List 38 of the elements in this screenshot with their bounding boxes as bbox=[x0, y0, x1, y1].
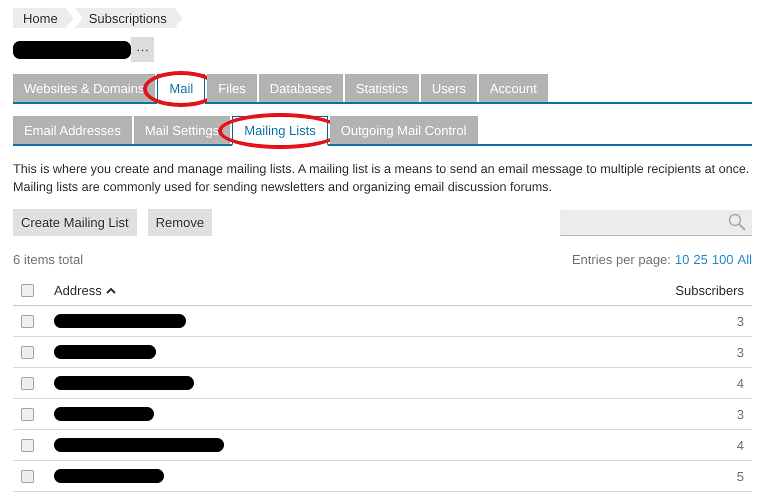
table-cell: 3 bbox=[736, 344, 744, 360]
toolbar-button[interactable]: Remove bbox=[148, 209, 212, 236]
checkbox[interactable] bbox=[21, 314, 34, 328]
checkbox[interactable] bbox=[21, 470, 34, 482]
table-cell: 3 bbox=[736, 406, 744, 422]
entries-per-page-label: Entries per page: bbox=[572, 252, 671, 267]
tab[interactable]: Users bbox=[420, 74, 477, 104]
tab[interactable]: Email Addresses bbox=[13, 116, 132, 146]
checkbox[interactable] bbox=[21, 284, 34, 296]
table-cell: 4 bbox=[736, 376, 744, 390]
page-size-link[interactable]: 25 bbox=[693, 252, 708, 267]
search-field[interactable] bbox=[560, 210, 752, 236]
checkbox[interactable] bbox=[21, 438, 34, 452]
column-header[interactable]: Address bbox=[54, 282, 102, 298]
search-icon bbox=[728, 213, 746, 231]
table-cell: 5 bbox=[736, 468, 744, 484]
column-header[interactable]: Subscribers bbox=[675, 282, 744, 298]
tab[interactable]: Mail Settings bbox=[134, 116, 230, 146]
breadcrumb-link[interactable]: Home bbox=[13, 8, 74, 28]
checkbox[interactable] bbox=[21, 376, 34, 390]
description-text: This is where you create and manage mailing lists. A mailing list is a means to send an email message to multiple recipients at once. Mailing lists are commonly used for sending newsletters and organizing email discussion forums. bbox=[13, 161, 750, 196]
page-size-link[interactable]: 100 bbox=[712, 252, 734, 267]
items-total: 6 items total bbox=[13, 252, 84, 267]
tab[interactable]: Statistics bbox=[344, 74, 419, 104]
toolbar-button[interactable]: Create Mailing List bbox=[13, 209, 137, 236]
page-size-link[interactable]: All bbox=[738, 252, 752, 267]
tab[interactable]: Outgoing Mail Control bbox=[330, 116, 478, 146]
tab[interactable]: Files bbox=[207, 74, 257, 104]
breadcrumb-link[interactable]: Subscriptions bbox=[74, 8, 183, 28]
more-button[interactable]: ··· bbox=[131, 37, 154, 62]
tab[interactable]: Websites & Domains bbox=[13, 74, 156, 104]
table-cell: 4 bbox=[736, 438, 744, 452]
checkbox[interactable] bbox=[21, 346, 34, 358]
checkbox[interactable] bbox=[21, 408, 34, 420]
table-cell: 3 bbox=[736, 314, 744, 328]
tab[interactable]: Account bbox=[478, 74, 548, 104]
page-size-link[interactable]: 10 bbox=[674, 252, 690, 267]
tab[interactable]: Databases bbox=[258, 74, 343, 104]
